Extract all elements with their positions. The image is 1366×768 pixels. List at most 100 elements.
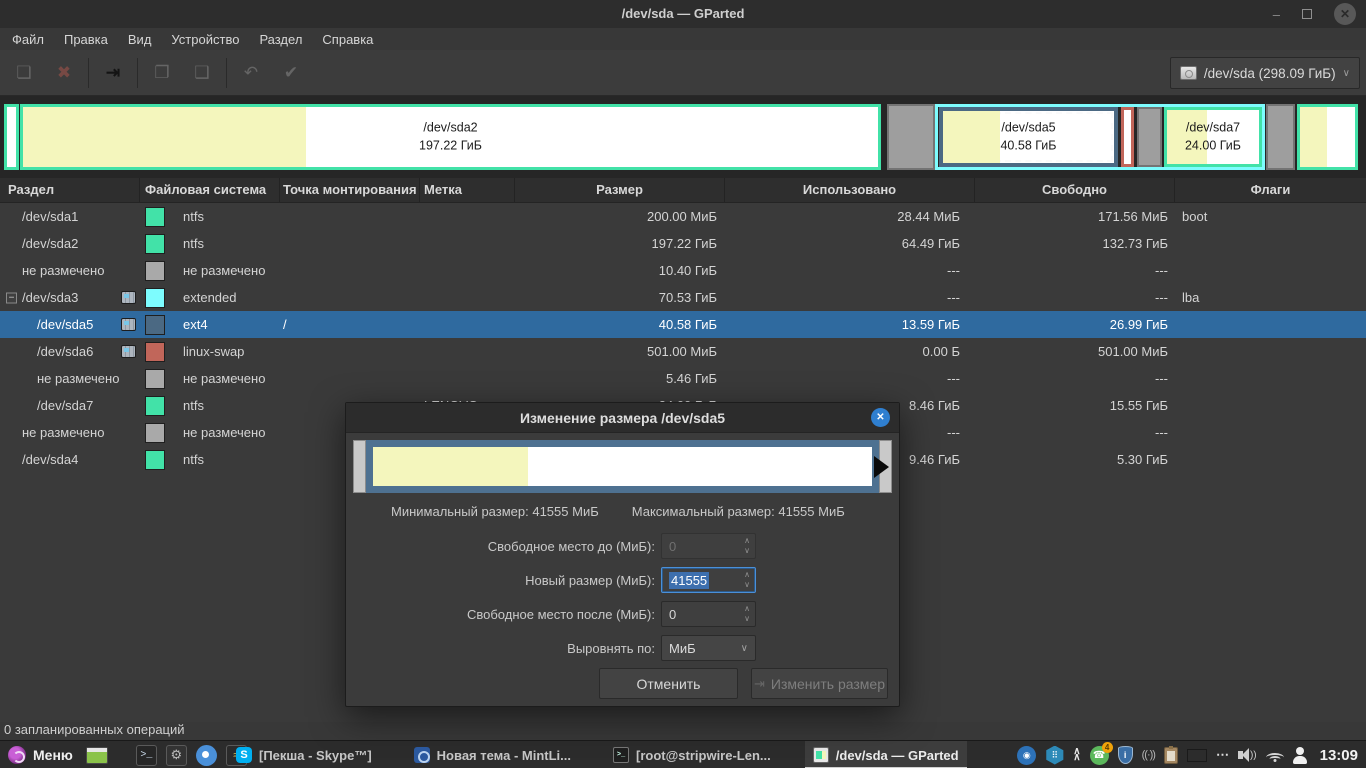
filesystem-name: ntfs — [183, 452, 204, 467]
filesystem-color-swatch — [145, 423, 165, 443]
chevron-down-icon: ∨ — [1343, 68, 1350, 79]
menu-device[interactable]: Устройство — [161, 32, 249, 47]
partition-name: не размечено — [22, 263, 104, 278]
user-icon[interactable] — [1293, 747, 1307, 764]
diskbar-partition--[interactable] — [1137, 107, 1162, 167]
diskbar-partition--[interactable] — [1266, 104, 1295, 170]
copy-partition-icon: ❐ — [142, 56, 182, 90]
menu-file[interactable]: Файл — [2, 32, 54, 47]
col-flags[interactable]: Флаги — [1175, 178, 1366, 202]
filesystem-color-swatch — [145, 315, 165, 335]
table-row--[interactable]: не размеченоне размечено5.46 ГиБ------ — [0, 365, 1366, 392]
resize-move-icon[interactable]: ⇥ — [93, 56, 133, 90]
resize-apply-button[interactable]: ⇥ Изменить размер — [751, 668, 888, 699]
partition-name: не размечено — [22, 425, 104, 440]
size-value: 40.58 ГиБ — [515, 317, 725, 332]
partition-name: /dev/sda5 — [37, 317, 93, 332]
table-row--dev-sda1[interactable]: /dev/sda1ntfs200.00 МиБ28.44 МиБ171.56 М… — [0, 203, 1366, 230]
maximize-icon[interactable] — [1302, 9, 1312, 19]
menu-button[interactable]: Меню — [4, 746, 77, 764]
taskbar-window-gparted[interactable]: /dev/sda — GParted — [805, 741, 967, 768]
used-value: 0.00 Б — [725, 344, 975, 359]
expander-icon[interactable]: − — [6, 292, 17, 303]
col-label[interactable]: Метка — [420, 178, 515, 202]
diskbar-partition--[interactable] — [887, 104, 935, 170]
security-shield-icon[interactable]: i — [1118, 746, 1133, 764]
partition-name: /dev/sda7 — [37, 398, 93, 413]
free-before-spinner[interactable]: 0 ∧∨ — [661, 533, 756, 559]
filesystem-color-swatch — [145, 261, 165, 281]
browser-launcher-icon[interactable] — [196, 745, 217, 766]
wifi-icon[interactable] — [1266, 749, 1284, 762]
col-partition[interactable]: Раздел — [0, 178, 140, 202]
diskbar-partition--dev-sda1[interactable] — [4, 104, 19, 170]
table-row--[interactable]: не размеченоне размечено10.40 ГиБ------ — [0, 257, 1366, 284]
col-mountpoint[interactable]: Точка монтирования — [280, 178, 420, 202]
resize-arrow-icon — [874, 456, 889, 478]
menu-partition[interactable]: Раздел — [249, 32, 312, 47]
messenger-tray-icon[interactable]: ☎4 — [1090, 746, 1109, 765]
status-bar: 0 запланированных операций — [0, 722, 1366, 740]
resize-slider[interactable] — [353, 440, 892, 493]
free-value: 132.73 ГиБ — [975, 236, 1175, 251]
col-free[interactable]: Свободно — [975, 178, 1175, 202]
dialog-close-icon[interactable]: ✕ — [871, 408, 890, 427]
taskbar-window-browser[interactable]: Новая тема - MintLi... — [406, 741, 579, 768]
size-value: 197.22 ГиБ — [515, 236, 725, 251]
spinner-arrows-icon[interactable]: ∧∨ — [744, 604, 750, 624]
taskbar-window-terminal[interactable]: >_[root@stripwire-Len... — [605, 741, 779, 768]
partition-name: /dev/sda3 — [22, 290, 78, 305]
delete-partition-icon: ✖ — [44, 56, 84, 90]
diskbar-partition--dev-sda6[interactable] — [1121, 107, 1134, 167]
diskbar-partition--dev-sda2[interactable]: /dev/sda2197.22 ГиБ — [20, 104, 881, 170]
busy-lock-icon — [121, 345, 136, 358]
table-row--dev-sda6[interactable]: /dev/sda6linux-swap501.00 МиБ0.00 Б501.0… — [0, 338, 1366, 365]
busy-lock-icon — [121, 291, 136, 304]
free-after-spinner[interactable]: 0 ∧∨ — [661, 601, 756, 627]
window-title: /dev/sda — GParted — [0, 6, 1366, 21]
left-grip-handle[interactable] — [353, 440, 366, 493]
taskbar-window-skype[interactable]: S[Пекша - Skype™] — [228, 741, 380, 768]
spinner-arrows-icon[interactable]: ∧∨ — [744, 536, 750, 556]
settings-launcher-icon[interactable]: ⚙ — [166, 745, 187, 766]
align-to-dropdown[interactable]: МиБ ∨ — [661, 635, 756, 661]
steam-tray-icon[interactable]: ◉ — [1017, 746, 1036, 765]
diskbar-partition--dev-sda7[interactable]: /dev/sda724.00 ГиБ — [1164, 107, 1262, 167]
new-partition-icon: ❏ — [4, 56, 44, 90]
device-selector[interactable]: /dev/sda (298.09 ГиБ) ∨ — [1170, 57, 1360, 89]
diskbar-partition--dev-sda5[interactable]: /dev/sda540.58 ГиБ — [939, 107, 1118, 167]
free-value: --- — [975, 371, 1175, 386]
minimize-icon[interactable]: – — [1273, 7, 1280, 22]
chevrons-up-icon[interactable]: ∧∧ — [1073, 749, 1080, 761]
terminal-launcher-icon[interactable]: >_ — [136, 745, 157, 766]
used-value: 13.59 ГиБ — [725, 317, 975, 332]
keyboard-layout-ru-flag[interactable] — [1187, 749, 1207, 762]
size-value: 200.00 МиБ — [515, 209, 725, 224]
table-row--dev-sda3[interactable]: −/dev/sda3extended70.53 ГиБ------lba — [0, 284, 1366, 311]
volume-icon[interactable]: )) — [1238, 748, 1257, 762]
partition-name: /dev/sda1 — [22, 209, 78, 224]
menu-view[interactable]: Вид — [118, 32, 162, 47]
show-desktop-icon[interactable] — [86, 747, 108, 764]
overflow-dots-icon[interactable]: ⋯ — [1216, 747, 1229, 763]
new-size-spinner[interactable]: 41555 ∧∨ — [661, 567, 756, 593]
chevron-down-icon: ∨ — [741, 643, 748, 654]
table-row--dev-sda5[interactable]: /dev/sda5ext4/40.58 ГиБ13.59 ГиБ26.99 Ги… — [0, 311, 1366, 338]
menu-help[interactable]: Справка — [312, 32, 383, 47]
app-grid-tray-icon[interactable]: ⠿ — [1045, 746, 1064, 765]
table-row--dev-sda2[interactable]: /dev/sda2ntfs197.22 ГиБ64.49 ГиБ132.73 Г… — [0, 230, 1366, 257]
close-icon[interactable]: ✕ — [1334, 3, 1356, 25]
menu-edit[interactable]: Правка — [54, 32, 118, 47]
filesystem-name: ntfs — [183, 398, 204, 413]
network-signal-icon[interactable]: ((·)) — [1142, 749, 1155, 761]
col-size[interactable]: Размер — [515, 178, 725, 202]
clipboard-tray-icon[interactable] — [1164, 747, 1178, 764]
spinner-arrows-icon[interactable]: ∧∨ — [744, 570, 750, 590]
diskbar-partition--dev-sda4[interactable] — [1297, 104, 1358, 170]
size-value: 501.00 МиБ — [515, 344, 725, 359]
free-before-label: Свободное место до (МиБ): — [346, 539, 661, 554]
new-size-label: Новый размер (МиБ): — [346, 573, 661, 588]
col-filesystem[interactable]: Файловая система — [140, 178, 280, 202]
cancel-button[interactable]: Отменить — [599, 668, 738, 699]
col-used[interactable]: Использовано — [725, 178, 975, 202]
